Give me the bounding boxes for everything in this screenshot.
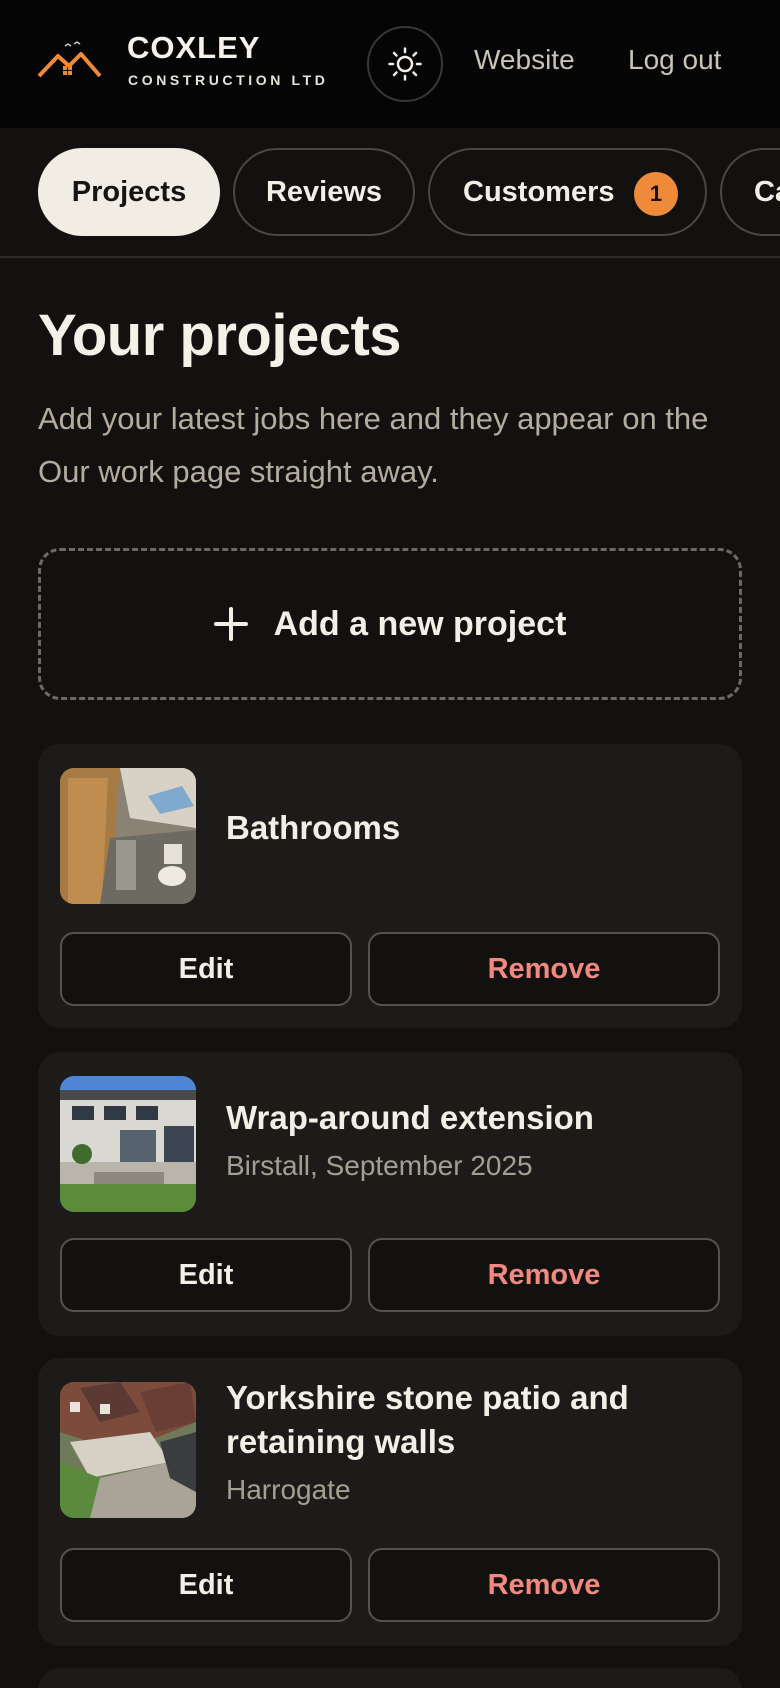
project-title: Bathrooms [226,809,401,846]
app-header: COXLEY CONSTRUCTION LTD Website Log out [0,0,780,128]
tab-projects[interactable]: Projects [38,148,220,236]
add-project-label: Add a new project [273,604,567,643]
project-card: Yorkshire stone patio and retaining wall… [38,1358,742,1646]
add-project-button[interactable]: Add a new project [38,548,742,700]
remove-button[interactable]: Remove [368,1548,720,1622]
tab-label: Projects [71,175,187,208]
project-title: Yorkshire stone patio and retaining wall… [226,1379,629,1460]
project-card [38,1668,742,1688]
plus-icon [213,607,248,641]
brand-tagline: CONSTRUCTION LTD [128,72,329,88]
project-card: Bathrooms Edit Remove [38,744,742,1028]
website-link[interactable]: Website [474,44,575,76]
tab-customers[interactable]: Customers 1 [428,148,707,236]
tab-label: Reviews [265,175,383,208]
edit-button[interactable]: Edit [60,1548,352,1622]
tab-reviews[interactable]: Reviews [233,148,415,236]
project-title: Wrap-around extension [226,1099,594,1136]
project-card: Wrap-around extension Birstall, Septembe… [38,1052,742,1336]
logo-icon [37,41,102,78]
tab-bar: Projects Reviews Customers 1 Ca [0,128,780,258]
sun-icon [388,47,422,81]
theme-toggle-button[interactable] [367,26,443,102]
tab-label: Customers [463,175,615,208]
remove-button[interactable]: Remove [368,1238,720,1312]
edit-button[interactable]: Edit [60,1238,352,1312]
page-description: Add your latest jobs here and they appea… [38,401,709,489]
project-thumbnail [60,1382,196,1518]
remove-button[interactable]: Remove [368,932,720,1006]
project-thumbnail [60,768,196,904]
project-subtitle: Birstall, September 2025 [226,1150,533,1181]
brand-name: COXLEY [127,30,261,65]
edit-button[interactable]: Edit [60,932,352,1006]
page-title: Your projects [38,303,402,368]
project-thumbnail [60,1076,196,1212]
notification-badge: 1 [634,172,678,216]
logout-link[interactable]: Log out [628,44,721,76]
tab-label: Ca [754,175,780,208]
tab-partial[interactable]: Ca [720,148,780,236]
project-subtitle: Harrogate [226,1474,351,1505]
